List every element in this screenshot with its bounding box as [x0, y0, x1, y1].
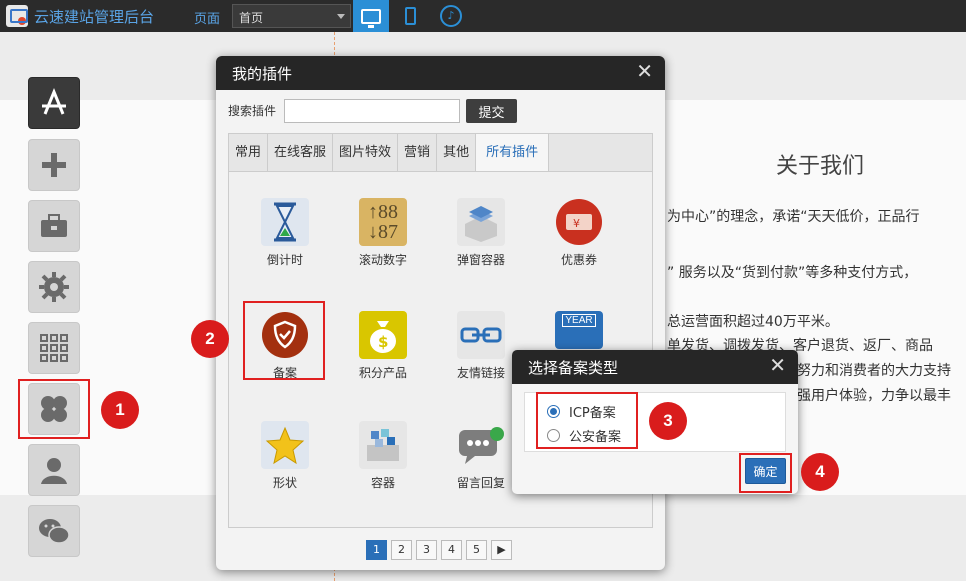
grid-icon: [40, 334, 68, 362]
about-text-line: 强用户体验，力争以最丰: [797, 388, 951, 404]
page-button[interactable]: 1: [366, 540, 387, 560]
message-icon: [457, 421, 505, 469]
svg-text:¥: ¥: [573, 217, 580, 230]
page-select[interactable]: 首页: [232, 4, 351, 28]
page-label: 页面: [194, 12, 221, 27]
plugin-label: 友情链接: [456, 366, 505, 380]
plugin-rolling-number[interactable]: ↑88 ↓87 滚动数字: [343, 198, 423, 268]
confirm-button-highlight: [739, 453, 792, 493]
plugin-countdown[interactable]: 倒计时: [245, 198, 325, 268]
page-button[interactable]: 4: [441, 540, 462, 560]
page-select-value: 首页: [239, 11, 264, 25]
search-label: 搜索插件: [228, 104, 277, 118]
calendar-icon: YEAR: [555, 311, 603, 349]
link-icon: [457, 311, 505, 359]
plugin-label: 留言回复: [456, 476, 505, 490]
plugin-label: 形状: [272, 476, 297, 490]
account-button[interactable]: [28, 444, 80, 496]
box-icon: [359, 421, 407, 469]
toolbox-button[interactable]: [28, 200, 80, 252]
plugin-label: 积分产品: [358, 366, 407, 380]
logo-icon: [6, 5, 28, 27]
coupon-icon: ¥: [555, 198, 603, 246]
step-badge: 2: [191, 320, 229, 358]
next-page-button[interactable]: ▶: [491, 540, 512, 560]
plugin-tabs: 常用 在线客服 图片特效 营销 其他 所有插件: [229, 134, 652, 172]
dialog-title: 我的插件: [232, 65, 293, 83]
step-badge: 3: [649, 402, 687, 440]
desktop-icon: [361, 8, 381, 28]
plugin-shape[interactable]: 形状: [245, 421, 325, 491]
svg-text:$: $: [378, 333, 388, 351]
tab-other[interactable]: 其他: [437, 134, 477, 171]
plugin-calendar[interactable]: YEAR: [539, 311, 619, 354]
page-button[interactable]: 5: [466, 540, 487, 560]
chevron-right-icon: ▶: [497, 543, 506, 556]
top-bar: 云速建站管理后台 页面 首页 ♪: [0, 0, 966, 32]
tab-common[interactable]: 常用: [229, 134, 269, 171]
close-icon[interactable]: ✕: [636, 61, 653, 81]
plugin-friend-links[interactable]: 友情链接: [441, 311, 521, 381]
plugin-label: 容器: [370, 476, 395, 490]
about-text-line: 总运营面积超过40万平米。: [667, 314, 839, 330]
plugin-points-product[interactable]: $ 积分产品: [343, 311, 423, 381]
options-highlight: [536, 392, 638, 449]
calendar-year-label: YEAR: [562, 314, 596, 327]
step-badge: 4: [801, 453, 839, 491]
page-button[interactable]: 3: [416, 540, 437, 560]
app-title: 云速建站管理后台: [34, 8, 155, 26]
about-text-line: 努力和消费者的大力支持: [797, 363, 951, 379]
plugin-label: 倒计时: [266, 253, 303, 267]
page-button[interactable]: 2: [391, 540, 412, 560]
plugin-label: 滚动数字: [358, 253, 407, 267]
plugin-label: 弹窗容器: [456, 253, 505, 267]
user-icon: [41, 458, 67, 484]
tab-marketing[interactable]: 营销: [398, 134, 438, 171]
plugin-message-reply[interactable]: 留言回复: [441, 421, 521, 491]
layers-icon: [457, 198, 505, 246]
tab-online-service[interactable]: 在线客服: [268, 134, 334, 171]
pagination: 1 2 3 4 5 ▶: [366, 540, 512, 560]
plugin-label: 优惠券: [560, 253, 597, 267]
about-title: 关于我们: [776, 154, 865, 179]
plugin-search-input[interactable]: [284, 99, 460, 123]
money-bag-icon: $: [359, 311, 407, 359]
app-store-button[interactable]: [28, 77, 80, 129]
dialog-header: 我的插件 ✕: [216, 56, 665, 90]
plugins-button-highlight: [18, 379, 90, 439]
layout-button[interactable]: [28, 322, 80, 374]
hourglass-icon: [261, 198, 309, 246]
dialog-header: 选择备案类型 ✕: [512, 350, 798, 384]
plugin-popup-container[interactable]: 弹窗容器: [441, 198, 521, 268]
submit-button[interactable]: 提交: [466, 99, 517, 123]
tab-all-plugins[interactable]: 所有插件: [476, 134, 550, 171]
chevron-down-icon: [337, 14, 345, 19]
add-button[interactable]: [28, 139, 80, 191]
wechat-button[interactable]: [28, 505, 80, 557]
close-icon[interactable]: ✕: [769, 355, 786, 375]
gear-icon: [39, 272, 69, 302]
toolbox-icon: [41, 214, 67, 237]
icp-plugin-highlight: [243, 301, 325, 380]
settings-button[interactable]: [28, 261, 80, 313]
plugin-coupon[interactable]: ¥ 优惠券: [539, 198, 619, 268]
plus-icon: [42, 153, 66, 177]
desktop-view-button[interactable]: [353, 0, 389, 32]
wechat-icon: [39, 519, 70, 544]
mobile-icon: [404, 7, 416, 25]
about-text-line: ” 服务以及“货到付款”等多种支付方式，: [667, 265, 918, 281]
star-icon: [261, 421, 309, 469]
about-text-line: 为中心”的理念，承诺“天天低价，正品行: [667, 209, 920, 225]
step-badge: 1: [101, 391, 139, 429]
dialog-title: 选择备案类型: [528, 359, 619, 377]
plugin-container[interactable]: 容器: [343, 421, 423, 491]
tab-image-effects[interactable]: 图片特效: [333, 134, 399, 171]
app-icon: ♪: [440, 5, 462, 27]
app-store-icon: [42, 88, 66, 115]
app-view-button[interactable]: ♪: [433, 0, 469, 32]
counter-icon: ↑88 ↓87: [359, 198, 407, 246]
mobile-view-button[interactable]: [392, 0, 428, 32]
